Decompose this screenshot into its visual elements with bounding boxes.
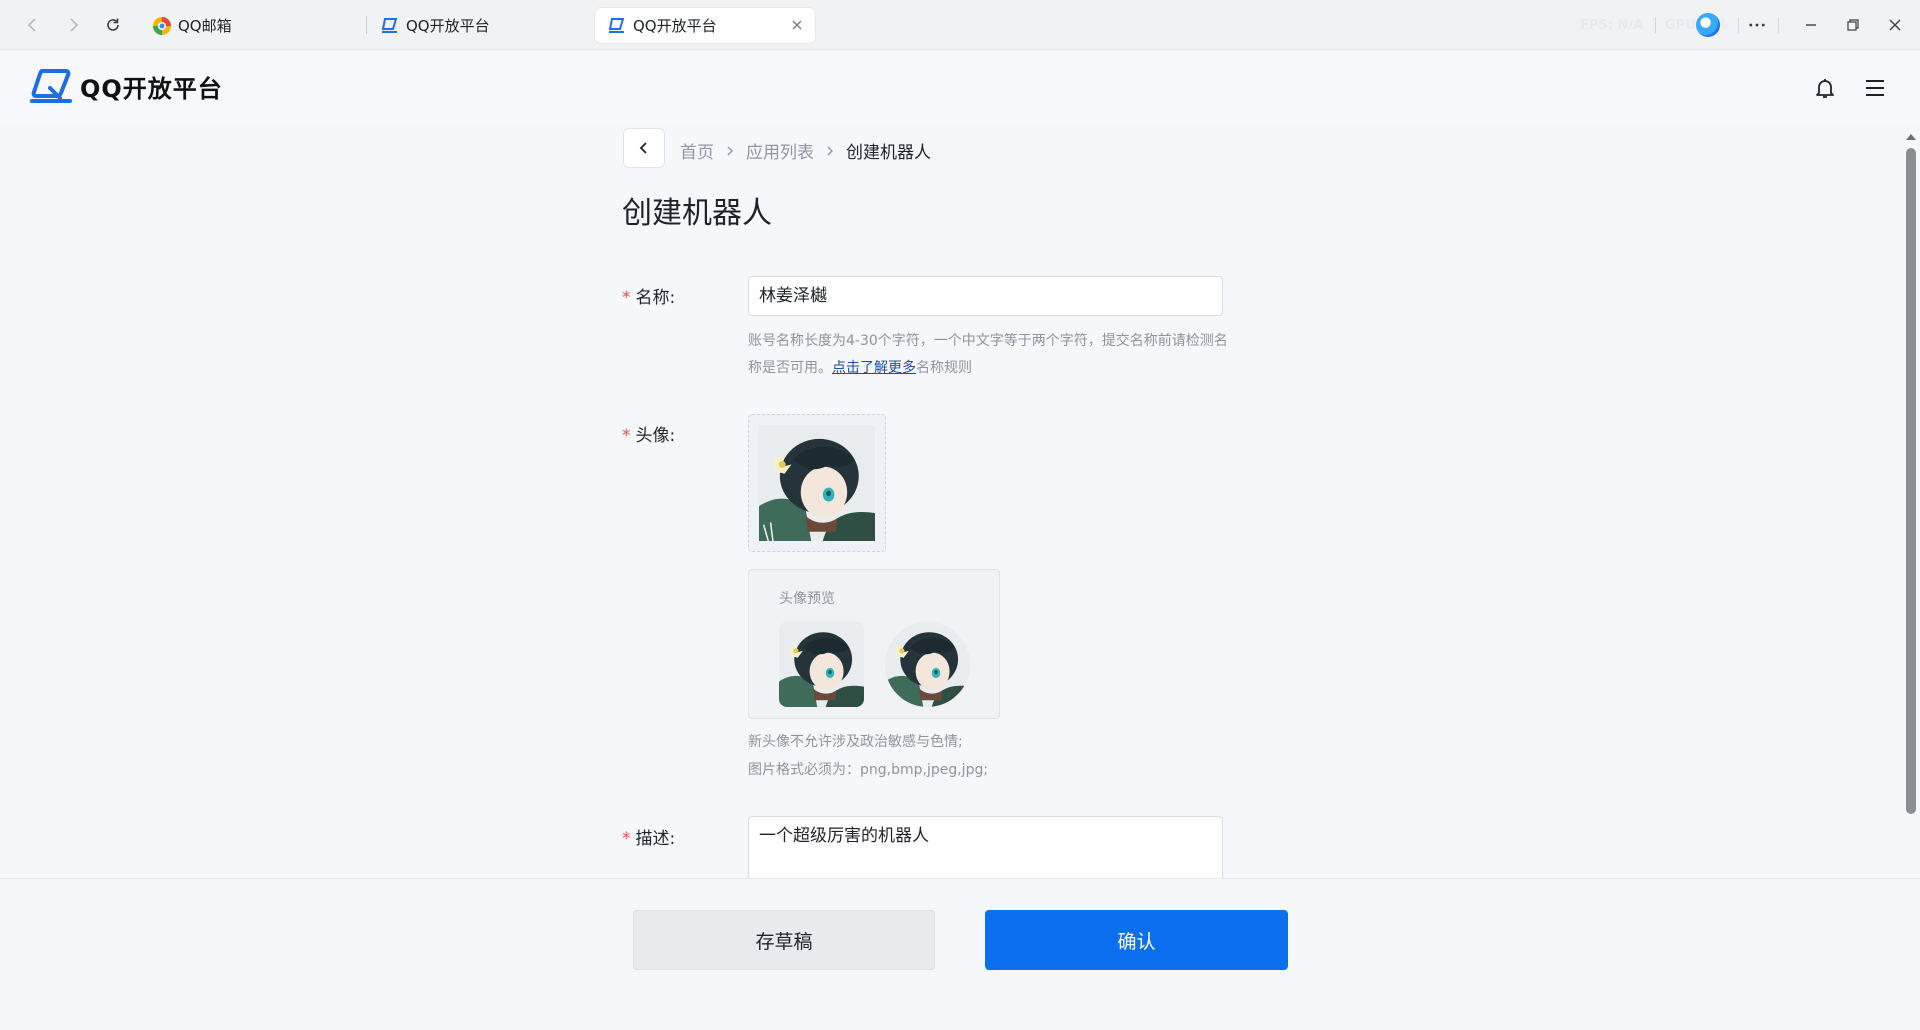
qq-open-platform-favicon — [380, 16, 400, 36]
avatar-image — [759, 425, 875, 541]
required-mark: * — [622, 829, 631, 849]
page-title: 创建机器人 — [622, 196, 772, 231]
more-icon[interactable] — [1746, 14, 1768, 36]
chevron-right-icon — [824, 145, 836, 157]
window-close-icon[interactable] — [1884, 14, 1906, 36]
avatar-upload[interactable] — [748, 414, 886, 552]
tab-title: QQ开放平台 — [406, 17, 490, 35]
preview-title: 头像预览 — [779, 591, 835, 607]
qq-open-platform-logo-icon — [30, 69, 72, 103]
name-input[interactable]: 林姜泽樾 — [748, 276, 1223, 316]
browser-window-controls: FPS: N/A GPU: 0% — [1560, 0, 1920, 50]
reload-icon[interactable] — [100, 12, 126, 38]
breadcrumb-home[interactable]: 首页 — [680, 138, 714, 163]
tab-title: QQ开放平台 — [633, 17, 717, 35]
description-input[interactable]: 一个超级厉害的机器人 — [748, 816, 1223, 878]
avatar-hint: 新头像不允许涉及政治敏感与色情; 图片格式必须为：png,bmp,jpeg,jp… — [748, 728, 1228, 784]
avatar-preview-circle — [885, 622, 970, 707]
qqmail-favicon — [152, 16, 172, 36]
learn-more-link[interactable]: 点击了解更多 — [832, 360, 916, 376]
avatar-hint-line1: 新头像不允许涉及政治敏感与色情; — [748, 734, 963, 750]
description-label-text: 描述: — [635, 829, 676, 849]
chevron-right-icon — [724, 145, 736, 157]
required-mark: * — [622, 426, 631, 446]
divider — [1655, 17, 1656, 33]
form-footer: 存草稿 确认 — [0, 878, 1920, 1030]
chevron-left-icon — [639, 142, 647, 154]
minimize-icon[interactable] — [1800, 14, 1822, 36]
back-nav-icon[interactable] — [20, 12, 46, 38]
name-hint-text: 账号名称长度为4-30个字符，一个中文字等于两个字符，提交名称前请检测名称是否可… — [748, 333, 1228, 376]
name-label-text: 名称: — [635, 288, 676, 308]
main-content: 首页 应用列表 创建机器人 创建机器人 * 名称: 林姜泽樾 账号名称长度为4-3… — [0, 126, 1920, 878]
tab-qq-open-platform-active[interactable]: QQ开放平台 — [595, 8, 815, 43]
avatar-hint-line2: 图片格式必须为：png,bmp,jpeg,jpg; — [748, 762, 989, 778]
save-draft-button[interactable]: 存草稿 — [633, 910, 935, 970]
avatar-preview-panel: 头像预览 — [748, 569, 1000, 719]
logo-text: QQ开放平台 — [80, 74, 223, 103]
logo[interactable]: QQ开放平台 — [30, 68, 223, 104]
confirm-button[interactable]: 确认 — [985, 910, 1288, 970]
scrollbar-thumb[interactable] — [1906, 148, 1916, 814]
breadcrumb-app-list[interactable]: 应用列表 — [746, 138, 814, 163]
divider — [1738, 17, 1739, 33]
tab-qqmail[interactable]: QQ邮箱 — [140, 8, 360, 43]
bell-icon[interactable] — [1811, 74, 1839, 102]
site-header: QQ开放平台 — [0, 50, 1920, 126]
name-hint-suffix: 名称规则 — [916, 360, 972, 376]
close-icon[interactable] — [789, 17, 805, 33]
breadcrumb-current: 创建机器人 — [846, 143, 931, 163]
tab-qq-open-platform[interactable]: QQ开放平台 — [368, 8, 588, 43]
divider — [1778, 17, 1779, 33]
avatar-label: * 头像: — [622, 421, 675, 446]
tab-title: QQ邮箱 — [178, 17, 232, 35]
name-label: * 名称: — [622, 283, 675, 308]
description-label: * 描述: — [622, 824, 675, 849]
restore-icon[interactable] — [1842, 14, 1864, 36]
qq-open-platform-favicon — [607, 16, 627, 36]
breadcrumb: 首页 应用列表 创建机器人 — [680, 138, 931, 163]
forward-nav-icon[interactable] — [60, 12, 86, 38]
required-mark: * — [622, 288, 631, 308]
fps-stat: FPS: N/A — [1580, 18, 1644, 33]
avatar-preview-square — [779, 622, 864, 707]
name-hint: 账号名称长度为4-30个字符，一个中文字等于两个字符，提交名称前请检测名称是否可… — [748, 328, 1228, 382]
tab-divider — [366, 16, 367, 34]
scrollbar[interactable] — [1902, 126, 1920, 878]
user-avatar-icon[interactable] — [1696, 13, 1720, 37]
browser-toolbar: QQ邮箱 QQ开放平台 QQ开放平台 FPS: N/A GPU: 0% — [0, 0, 1920, 50]
back-button[interactable] — [623, 128, 665, 168]
scroll-up-arrow-icon[interactable] — [1905, 132, 1917, 142]
avatar-label-text: 头像: — [635, 426, 676, 446]
menu-icon[interactable] — [1861, 74, 1889, 102]
